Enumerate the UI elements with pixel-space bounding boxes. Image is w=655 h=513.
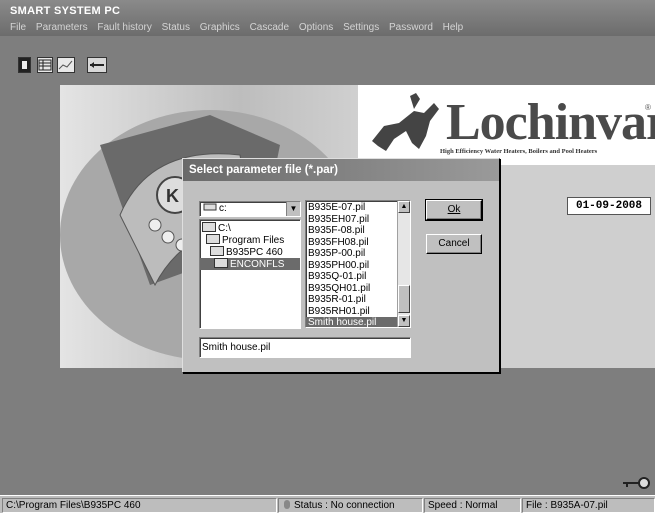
- drive-icon: [203, 203, 217, 211]
- status-speed: Speed : Normal: [424, 498, 521, 513]
- dir-item[interactable]: C:\: [202, 222, 231, 234]
- lochinvar-logo: Lochinvar ® High Efficiency Water Heater…: [358, 85, 655, 165]
- menu-settings[interactable]: Settings: [343, 22, 379, 33]
- toolbar: [0, 36, 655, 85]
- menu-parameters[interactable]: Parameters: [36, 22, 88, 33]
- file-item-selected[interactable]: Smith house.pil: [306, 316, 400, 327]
- select-parameter-file-dialog: Select parameter file (*.par) c: ▼ C:\ P…: [182, 158, 500, 373]
- brand-tagline: High Efficiency Water Heaters, Boilers a…: [440, 148, 598, 155]
- svg-text:K: K: [166, 186, 179, 206]
- file-item[interactable]: B935P-00.pil: [308, 248, 398, 260]
- brand-name: Lochinvar: [446, 94, 655, 151]
- scroll-down-icon[interactable]: ▼: [398, 315, 410, 327]
- cancel-button[interactable]: Cancel: [426, 234, 482, 254]
- menu-bar: File Parameters Fault history Status Gra…: [10, 22, 470, 33]
- title-bar: SMART SYSTEM PC File Parameters Fault hi…: [0, 0, 655, 36]
- status-path: C:\Program Files\B935PC 460: [2, 498, 277, 513]
- table-icon[interactable]: [37, 57, 53, 73]
- date-display: 01-09-2008: [567, 197, 651, 215]
- file-item[interactable]: B935R-01.pil: [308, 294, 398, 306]
- ok-button[interactable]: Ok: [425, 199, 483, 221]
- menu-help[interactable]: Help: [443, 22, 464, 33]
- status-light-icon: [284, 500, 290, 509]
- folder-open-icon: [210, 246, 224, 256]
- menu-status[interactable]: Status: [162, 22, 190, 33]
- file-item[interactable]: B935F-08.pil: [308, 225, 398, 237]
- book-icon[interactable]: [18, 57, 31, 73]
- menu-cascade[interactable]: Cascade: [250, 22, 289, 33]
- dir-item[interactable]: B935PC 460: [210, 246, 283, 258]
- file-item[interactable]: B935Q-01.pil: [308, 271, 398, 283]
- menu-options[interactable]: Options: [299, 22, 333, 33]
- file-item[interactable]: B935FH08.pil: [308, 237, 398, 249]
- status-bar: C:\Program Files\B935PC 460 Status : No …: [0, 495, 655, 513]
- horse-rider-icon: [372, 93, 439, 151]
- menu-password[interactable]: Password: [389, 22, 433, 33]
- folder-open-icon: [214, 258, 228, 268]
- menu-graphics[interactable]: Graphics: [200, 22, 240, 33]
- app-title: SMART SYSTEM PC: [10, 5, 121, 17]
- dialog-title: Select parameter file (*.par): [183, 159, 499, 181]
- filename-input[interactable]: Smith house.pil: [199, 337, 411, 358]
- chevron-down-icon[interactable]: ▼: [286, 202, 300, 216]
- file-item[interactable]: B935QH01.pil: [308, 283, 398, 295]
- status-file: File : B935A-07.pil: [522, 498, 655, 513]
- chart-icon[interactable]: [57, 57, 75, 73]
- scroll-up-icon[interactable]: ▲: [398, 201, 410, 213]
- file-list[interactable]: B935E-07.pil B935EH07.pil B935F-08.pil B…: [305, 200, 411, 328]
- file-list-scrollbar[interactable]: ▲ ▼: [397, 201, 410, 327]
- file-item[interactable]: B935EH07.pil: [308, 214, 398, 226]
- file-item[interactable]: B935E-07.pil: [308, 202, 398, 214]
- status-connection: Status : No connection: [278, 498, 423, 513]
- connect-icon[interactable]: [87, 57, 107, 73]
- menu-fault-history[interactable]: Fault history: [97, 22, 151, 33]
- folder-open-icon: [202, 222, 216, 232]
- dir-item-selected[interactable]: ENCONFLS: [200, 258, 300, 270]
- dir-item[interactable]: Program Files: [206, 234, 284, 246]
- drive-select[interactable]: c: ▼: [199, 201, 301, 217]
- file-item[interactable]: B935PH00.pil: [308, 260, 398, 272]
- file-item[interactable]: B935RH01.pil: [308, 306, 398, 318]
- folder-open-icon: [206, 234, 220, 244]
- key-icon[interactable]: [621, 476, 651, 493]
- menu-file[interactable]: File: [10, 22, 26, 33]
- scroll-thumb[interactable]: [398, 285, 410, 313]
- directory-list[interactable]: C:\ Program Files B935PC 460 ENCONFLS: [199, 219, 301, 329]
